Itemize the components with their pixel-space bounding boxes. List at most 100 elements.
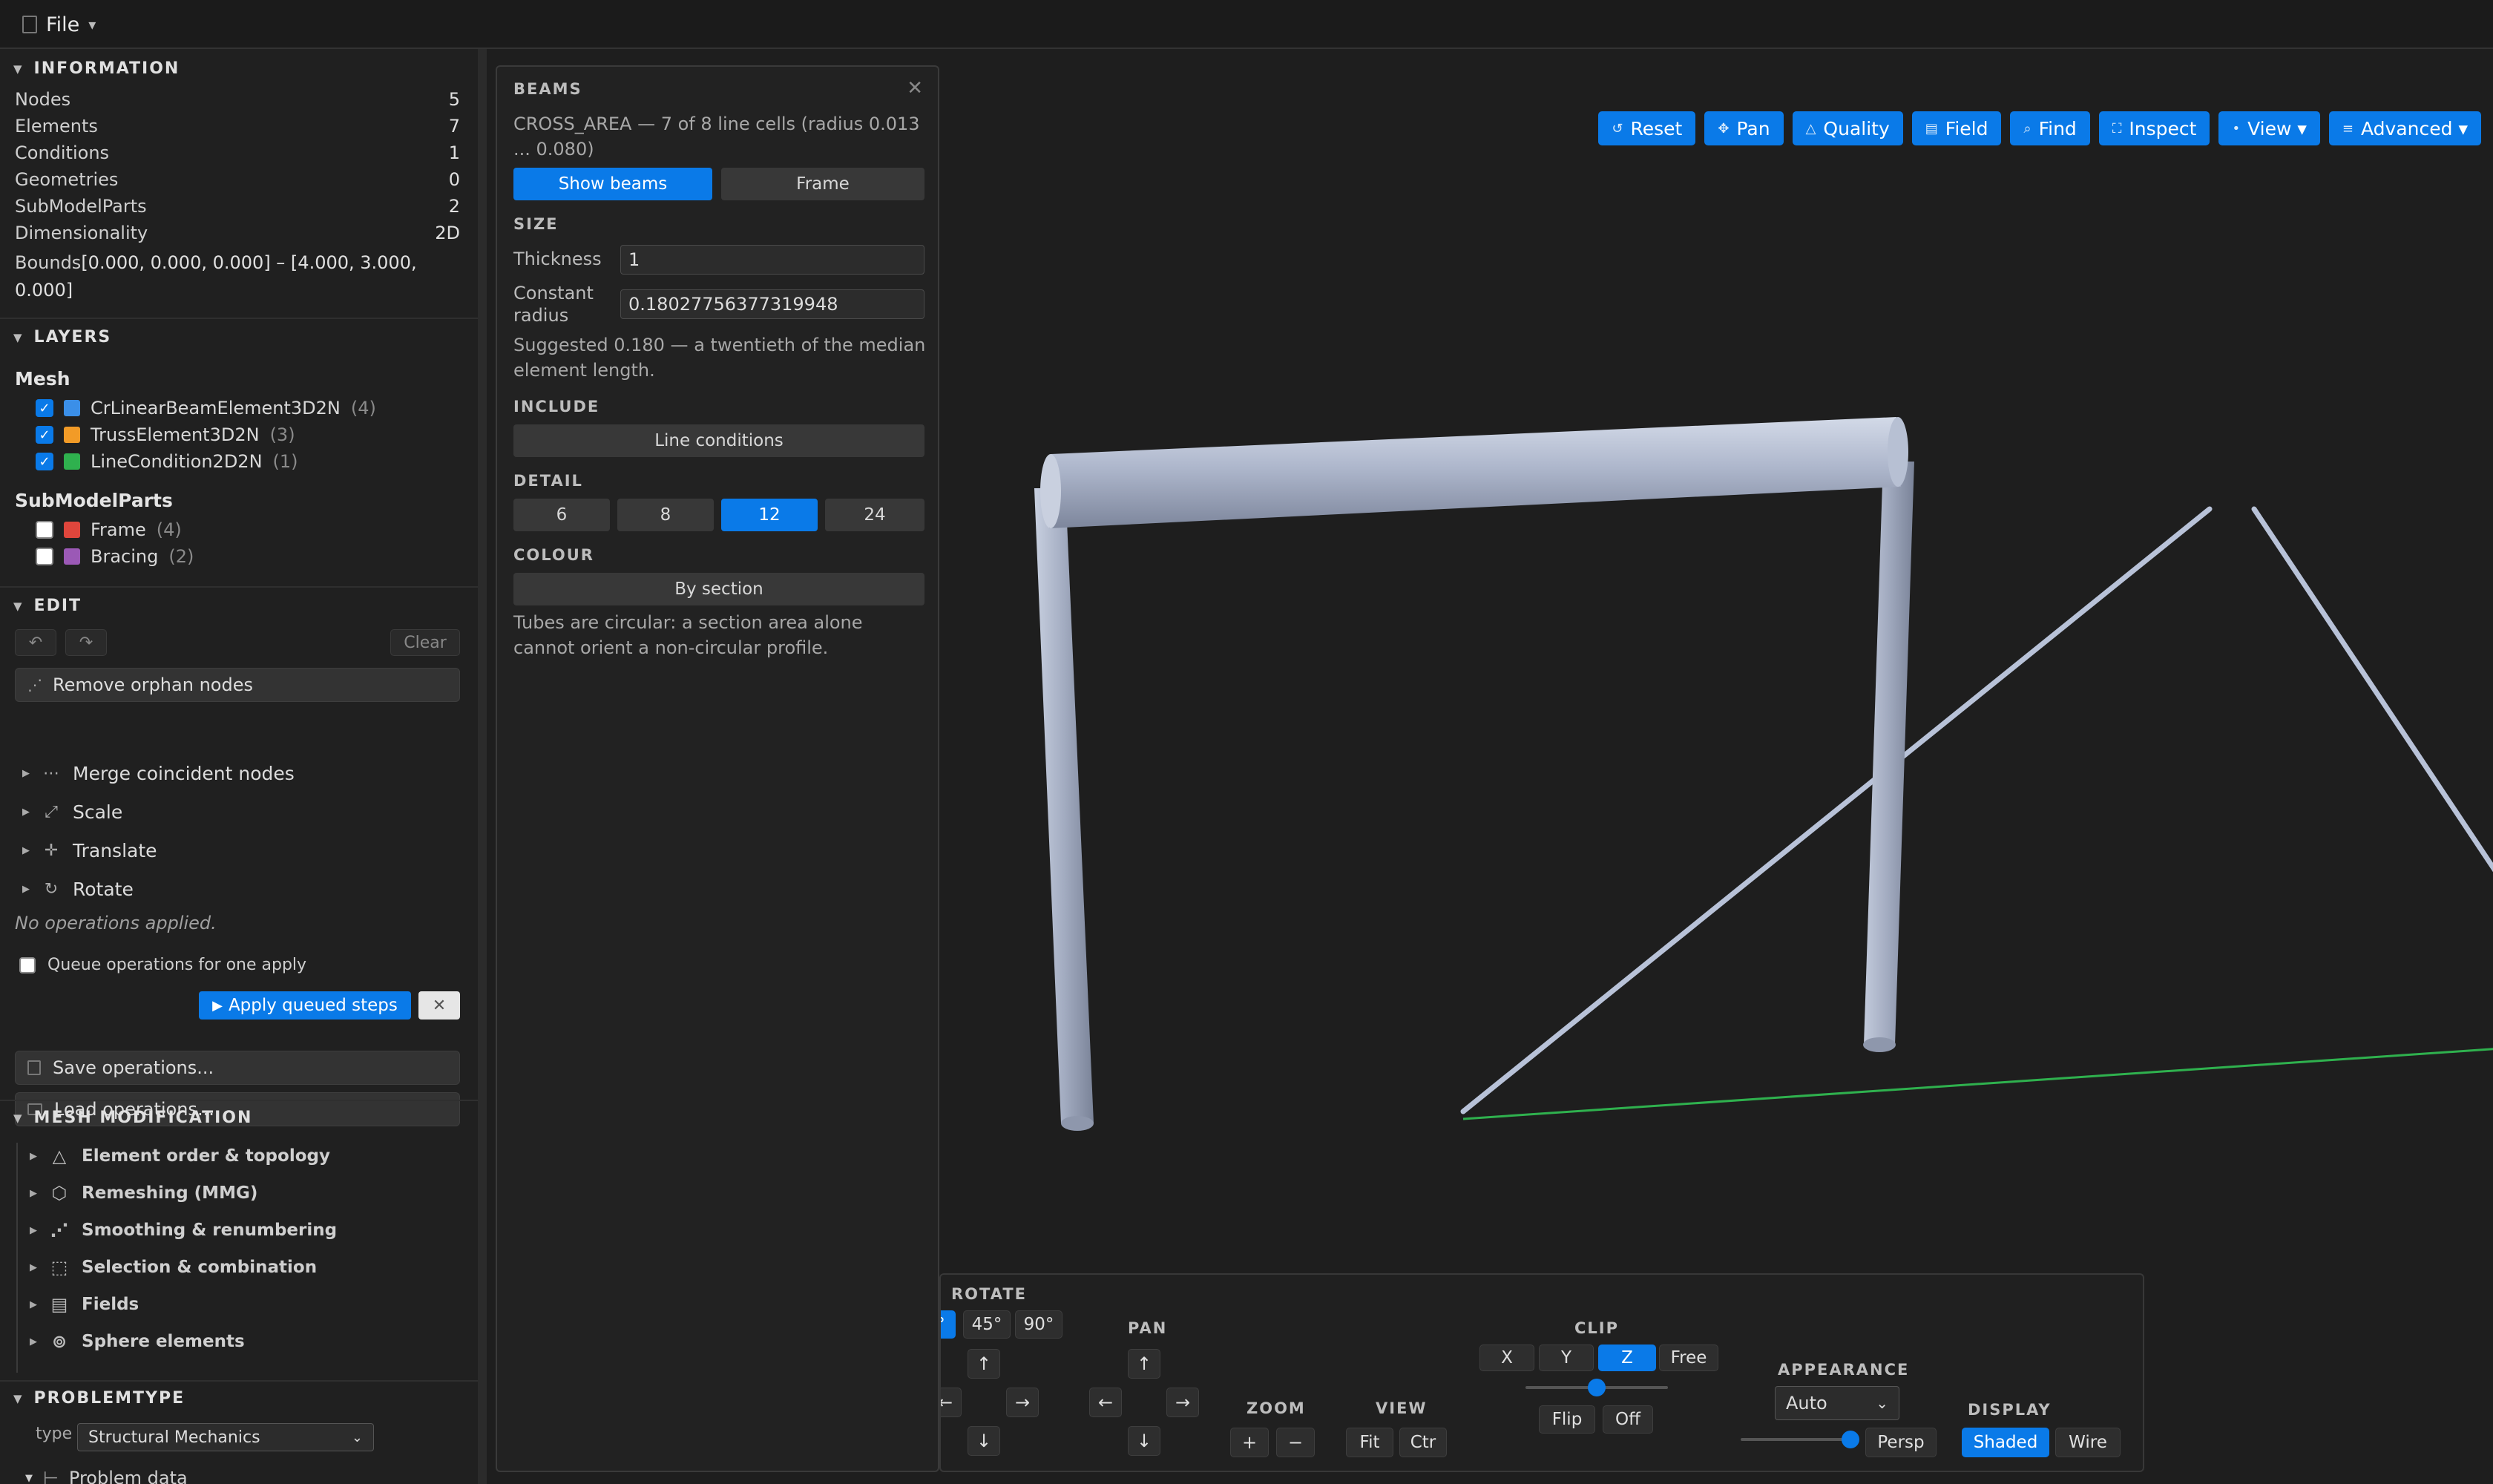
clip-off-button[interactable]: Off [1603, 1405, 1653, 1434]
rotate-45-button[interactable]: 45° [963, 1310, 1011, 1339]
clip-free-button[interactable]: Free [1659, 1345, 1718, 1371]
line-conditions-button[interactable]: Line conditions [513, 424, 924, 457]
beam-element[interactable] [1049, 417, 1901, 528]
layer-row-bracing[interactable]: Bracing (2) [36, 546, 194, 567]
pan-button[interactable]: ✥ Pan [1704, 111, 1784, 145]
clip-y-button[interactable]: Y [1539, 1345, 1594, 1371]
frame-button[interactable]: Frame [721, 168, 924, 200]
layer-row-linecondition[interactable]: ✓ LineCondition2D2N (1) [36, 451, 298, 472]
truss-element[interactable] [2251, 506, 2493, 1025]
mesh-render[interactable] [939, 49, 2493, 1484]
layer-count: (3) [269, 424, 295, 445]
clip-flip-button[interactable]: Flip [1539, 1405, 1595, 1434]
clear-queue-button[interactable]: ✕ [418, 991, 460, 1020]
rotate-up-button[interactable]: ↑ [968, 1349, 1000, 1379]
show-beams-button[interactable]: Show beams [513, 168, 712, 200]
problemtype-select[interactable]: Structural Mechanics ⌄ [77, 1423, 374, 1451]
view-fit-button[interactable]: Fit [1346, 1428, 1393, 1457]
layer-checkbox[interactable] [36, 548, 53, 565]
view-dropdown-button[interactable]: • View ▾ [2218, 111, 2320, 145]
detail-8-button[interactable]: 8 [617, 499, 714, 531]
rotate-right-button[interactable]: → [1006, 1388, 1039, 1417]
field-button[interactable]: ▤ Field [1911, 111, 2002, 145]
clip-slider-handle[interactable] [1588, 1379, 1606, 1396]
section-information-header[interactable]: ▼ INFORMATION [13, 59, 180, 78]
layer-checkbox[interactable]: ✓ [36, 426, 53, 444]
detail-24-button[interactable]: 24 [825, 499, 924, 531]
redo-button[interactable]: ↷ [65, 629, 107, 656]
mm-item-smoothing[interactable]: ▶ ⋰ Smoothing & renumbering [30, 1220, 337, 1241]
view-center-button[interactable]: Ctr [1399, 1428, 1447, 1457]
quality-button[interactable]: △ Quality [1792, 111, 1903, 145]
detail-12-button[interactable]: 12 [721, 499, 818, 531]
close-icon[interactable]: ✕ [907, 77, 923, 99]
document-icon [22, 16, 37, 33]
appearance-select[interactable]: Auto ⌄ [1775, 1386, 1899, 1420]
op-scale[interactable]: ▶ ⤢ Scale [22, 801, 122, 823]
appearance-slider-handle[interactable] [1842, 1431, 1859, 1448]
inspect-button[interactable]: ⛶ Inspect [2098, 111, 2210, 145]
beam-element[interactable] [1034, 488, 1094, 1123]
pan-right-button[interactable]: → [1166, 1388, 1199, 1417]
viewport-3d[interactable]: ↺ Reset ✥ Pan △ Quality ▤ Field ⌕ Find ⛶ Inspe… [939, 49, 2493, 1484]
advanced-dropdown-button[interactable]: ≡ Advanced ▾ [2328, 111, 2481, 145]
op-rotate[interactable]: ▶ ↻ Rotate [22, 879, 134, 900]
thickness-input[interactable]: 1 [620, 245, 924, 275]
beam-end-cap [1863, 1037, 1896, 1052]
line-condition[interactable] [1462, 1042, 2493, 1120]
pan-down-button[interactable]: ↓ [1128, 1426, 1160, 1456]
undo-button[interactable]: ↶ [15, 629, 56, 656]
layer-name: CrLinearBeamElement3D2N [91, 398, 341, 418]
perspective-button[interactable]: Persp [1865, 1428, 1937, 1457]
op-merge-coincident-nodes[interactable]: ▶ ⋯ Merge coincident nodes [22, 763, 295, 784]
op-translate[interactable]: ▶ ✛ Translate [22, 840, 157, 861]
file-menu[interactable]: File ▾ [22, 10, 96, 39]
mm-item-element-order[interactable]: ▶ △ Element order & topology [30, 1146, 330, 1166]
display-wire-button[interactable]: Wire [2055, 1428, 2121, 1457]
find-button[interactable]: ⌕ Find [2010, 111, 2090, 145]
rotate-left-button[interactable]: ← [941, 1388, 962, 1417]
sidebar-scrollbar[interactable] [478, 49, 487, 1484]
layer-checkbox[interactable] [36, 521, 53, 539]
rotate-down-button[interactable]: ↓ [968, 1426, 1000, 1456]
rotate-90-button[interactable]: 90° [1015, 1310, 1062, 1339]
clear-button[interactable]: Clear [390, 629, 460, 656]
display-shaded-button[interactable]: Shaded [1962, 1428, 2049, 1457]
orphan-nodes-icon: ⋰ [27, 676, 42, 694]
queue-operations-row[interactable]: Queue operations for one apply [19, 956, 306, 974]
clip-z-button[interactable]: Z [1598, 1345, 1656, 1371]
constant-radius-input[interactable]: 0.18027756377319948 [620, 289, 924, 319]
mm-item-sphere-elements[interactable]: ▶ ⊚ Sphere elements [30, 1331, 245, 1352]
mm-item-fields[interactable]: ▶ ▤ Fields [30, 1294, 139, 1315]
clip-x-button[interactable]: X [1479, 1345, 1534, 1371]
beam-end-cap [1040, 454, 1061, 528]
section-mesh-modification-header[interactable]: ▼ MESH MODIFICATION [13, 1109, 252, 1127]
layer-row-truss[interactable]: ✓ TrussElement3D2N (3) [36, 424, 295, 445]
layer-row-crlinearbeam[interactable]: ✓ CrLinearBeamElement3D2N (4) [36, 398, 376, 418]
appearance-slider-track[interactable] [1741, 1438, 1852, 1441]
pan-up-button[interactable]: ↑ [1128, 1349, 1160, 1379]
detail-6-button[interactable]: 6 [513, 499, 610, 531]
layer-checkbox[interactable]: ✓ [36, 399, 53, 417]
rotate-step-button-selected[interactable]: ° [941, 1310, 956, 1339]
pan-left-button[interactable]: ← [1089, 1388, 1122, 1417]
section-problemtype-header[interactable]: ▼ PROBLEMTYPE [13, 1389, 185, 1408]
remove-orphan-nodes-button[interactable]: ⋰ Remove orphan nodes [15, 668, 460, 702]
layer-row-frame[interactable]: Frame (4) [36, 519, 182, 540]
layer-checkbox[interactable]: ✓ [36, 453, 53, 470]
section-edit-header[interactable]: ▼ EDIT [13, 597, 82, 615]
mm-item-remeshing[interactable]: ▶ ⬡ Remeshing (MMG) [30, 1183, 257, 1204]
zoom-in-button[interactable]: + [1230, 1428, 1269, 1457]
mm-item-selection[interactable]: ▶ ⬚ Selection & combination [30, 1257, 317, 1278]
zoom-out-button[interactable]: − [1276, 1428, 1315, 1457]
truss-element[interactable] [1460, 506, 2213, 1114]
section-layers-header[interactable]: ▼ LAYERS [13, 328, 111, 347]
problem-data-row[interactable]: ▼ ⊢ Problem data [25, 1468, 188, 1484]
reset-button[interactable]: ↺ Reset [1598, 111, 1696, 145]
save-operations-button[interactable]: Save operations... [15, 1051, 460, 1085]
colour-by-section-button[interactable]: By section [513, 573, 924, 605]
radius-suggestion: Suggested 0.180 — a twentieth of the med… [513, 335, 926, 381]
apply-queued-steps-button[interactable]: ▶ Apply queued steps [199, 991, 411, 1020]
queue-operations-checkbox[interactable] [19, 956, 36, 974]
collapse-triangle-icon: ▼ [13, 1111, 24, 1125]
